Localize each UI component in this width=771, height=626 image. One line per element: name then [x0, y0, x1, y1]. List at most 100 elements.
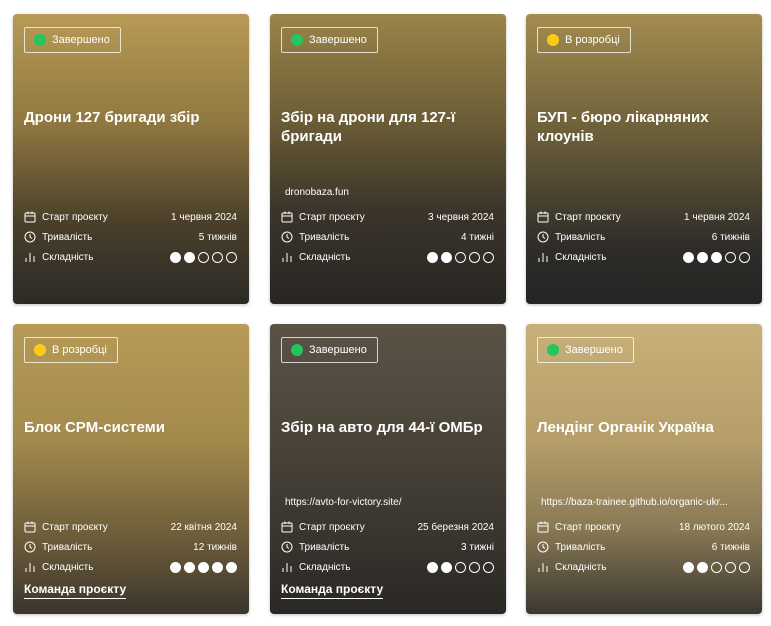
difficulty-row: Складність: [537, 249, 750, 265]
bar-chart-icon: [24, 251, 36, 263]
duration-row: Тривалість 6 тижнів: [537, 229, 750, 245]
bar-chart-icon: [281, 561, 293, 573]
start-value: 1 червня 2024: [171, 211, 237, 223]
duration-row: Тривалість 5 тижнів: [24, 229, 237, 245]
difficulty-dot: [427, 561, 438, 573]
start-label: Старт проєкту: [299, 521, 365, 533]
status-text: Завершено: [309, 34, 367, 46]
difficulty-rating: [683, 251, 750, 263]
difficulty-dot: [697, 561, 708, 573]
start-value: 22 квітня 2024: [170, 521, 237, 533]
difficulty-label: Складність: [299, 561, 351, 573]
difficulty-dot: [441, 251, 452, 263]
duration-label: Тривалість: [299, 231, 350, 243]
difficulty-label: Складність: [42, 251, 94, 263]
project-title: Збір на дрони для 127-ї бригади: [281, 109, 456, 145]
status-text: Завершено: [309, 344, 367, 356]
difficulty-dot: [483, 561, 494, 573]
difficulty-dot: [198, 251, 209, 263]
difficulty-rating: [170, 561, 237, 573]
difficulty-dot: [212, 561, 223, 573]
difficulty-dot: [170, 251, 181, 263]
status-text: Завершено: [52, 34, 110, 46]
duration-label: Тривалість: [42, 541, 93, 553]
difficulty-dot: [697, 251, 708, 263]
start-label: Старт проєкту: [42, 211, 108, 223]
difficulty-dot: [469, 561, 480, 573]
clock-icon: [537, 541, 549, 553]
start-label: Старт проєкту: [555, 211, 621, 223]
status-badge: Завершено: [24, 27, 121, 53]
difficulty-rating: [683, 561, 750, 573]
status-badge: В розробці: [537, 27, 631, 53]
difficulty-row: Складність: [281, 559, 494, 575]
project-card[interactable]: Завершено Збір на дрони для 127-ї бригад…: [270, 14, 506, 304]
difficulty-dot: [184, 561, 195, 573]
difficulty-dot: [683, 561, 694, 573]
status-dot: [291, 34, 303, 46]
difficulty-label: Складність: [555, 251, 607, 263]
project-title: Дрони 127 бригади збір: [24, 109, 200, 126]
duration-row: Тривалість 12 тижнів: [24, 539, 237, 555]
project-link[interactable]: https://avto-for-victory.site/: [285, 497, 491, 508]
difficulty-dot: [170, 561, 181, 573]
bar-chart-icon: [537, 561, 549, 573]
difficulty-dot: [455, 561, 466, 573]
difficulty-rating: [170, 251, 237, 263]
start-value: 3 червня 2024: [428, 211, 494, 223]
difficulty-dot: [198, 561, 209, 573]
difficulty-dot: [212, 251, 223, 263]
difficulty-rating: [427, 251, 494, 263]
difficulty-row: Складність: [24, 249, 237, 265]
clock-icon: [281, 541, 293, 553]
project-link[interactable]: dronobaza.fun: [285, 187, 491, 198]
project-link[interactable]: https://baza-trainee.github.io/organic-u…: [541, 497, 747, 508]
duration-label: Тривалість: [555, 541, 606, 553]
calendar-icon: [24, 521, 36, 533]
bar-chart-icon: [281, 251, 293, 263]
clock-icon: [281, 231, 293, 243]
project-card[interactable]: В розробці Блок CPM-системи Старт проєкт…: [13, 324, 249, 614]
project-card[interactable]: Завершено Збір на авто для 44-ї ОМБр htt…: [270, 324, 506, 614]
difficulty-rating: [427, 561, 494, 573]
difficulty-dot: [711, 561, 722, 573]
difficulty-dot: [739, 561, 750, 573]
duration-value: 12 тижнів: [193, 541, 237, 553]
start-value: 25 березня 2024: [417, 521, 494, 533]
status-badge: Завершено: [537, 337, 634, 363]
difficulty-dot: [739, 251, 750, 263]
difficulty-dot: [226, 251, 237, 263]
project-title: Збір на авто для 44-ї ОМБр: [281, 419, 483, 436]
project-title: БУП - бюро лікарняних клоунів: [537, 109, 709, 145]
difficulty-dot: [725, 251, 736, 263]
start-row: Старт проєкту 3 червня 2024: [281, 209, 494, 225]
project-card[interactable]: Завершено Дрони 127 бригади збір Старт п…: [13, 14, 249, 304]
difficulty-label: Складність: [299, 251, 351, 263]
project-card[interactable]: Завершено Лендінг Органік Україна https:…: [526, 324, 762, 614]
duration-value: 5 тижнів: [198, 231, 237, 243]
difficulty-dot: [683, 251, 694, 263]
status-dot: [547, 344, 559, 356]
start-label: Старт проєкту: [555, 521, 621, 533]
duration-row: Тривалість 4 тижні: [281, 229, 494, 245]
duration-row: Тривалість 6 тижнів: [537, 539, 750, 555]
duration-label: Тривалість: [299, 541, 350, 553]
duration-row: Тривалість 3 тижні: [281, 539, 494, 555]
start-label: Старт проєкту: [299, 211, 365, 223]
difficulty-dot: [455, 251, 466, 263]
difficulty-row: Складність: [281, 249, 494, 265]
start-row: Старт проєкту 1 червня 2024: [24, 209, 237, 225]
status-badge: Завершено: [281, 27, 378, 53]
team-link[interactable]: Команда проєкту: [24, 582, 127, 599]
calendar-icon: [281, 211, 293, 223]
team-link[interactable]: Команда проєкту: [281, 582, 384, 599]
start-row: Старт проєкту 18 лютого 2024: [537, 519, 750, 535]
project-card[interactable]: В розробці БУП - бюро лікарняних клоунів…: [526, 14, 762, 304]
difficulty-dot: [427, 251, 438, 263]
difficulty-dot: [226, 561, 237, 573]
project-title: Лендінг Органік Україна: [537, 419, 714, 436]
status-text: Завершено: [565, 344, 623, 356]
difficulty-row: Складність: [24, 559, 237, 575]
difficulty-dot: [441, 561, 452, 573]
difficulty-dot: [711, 251, 722, 263]
